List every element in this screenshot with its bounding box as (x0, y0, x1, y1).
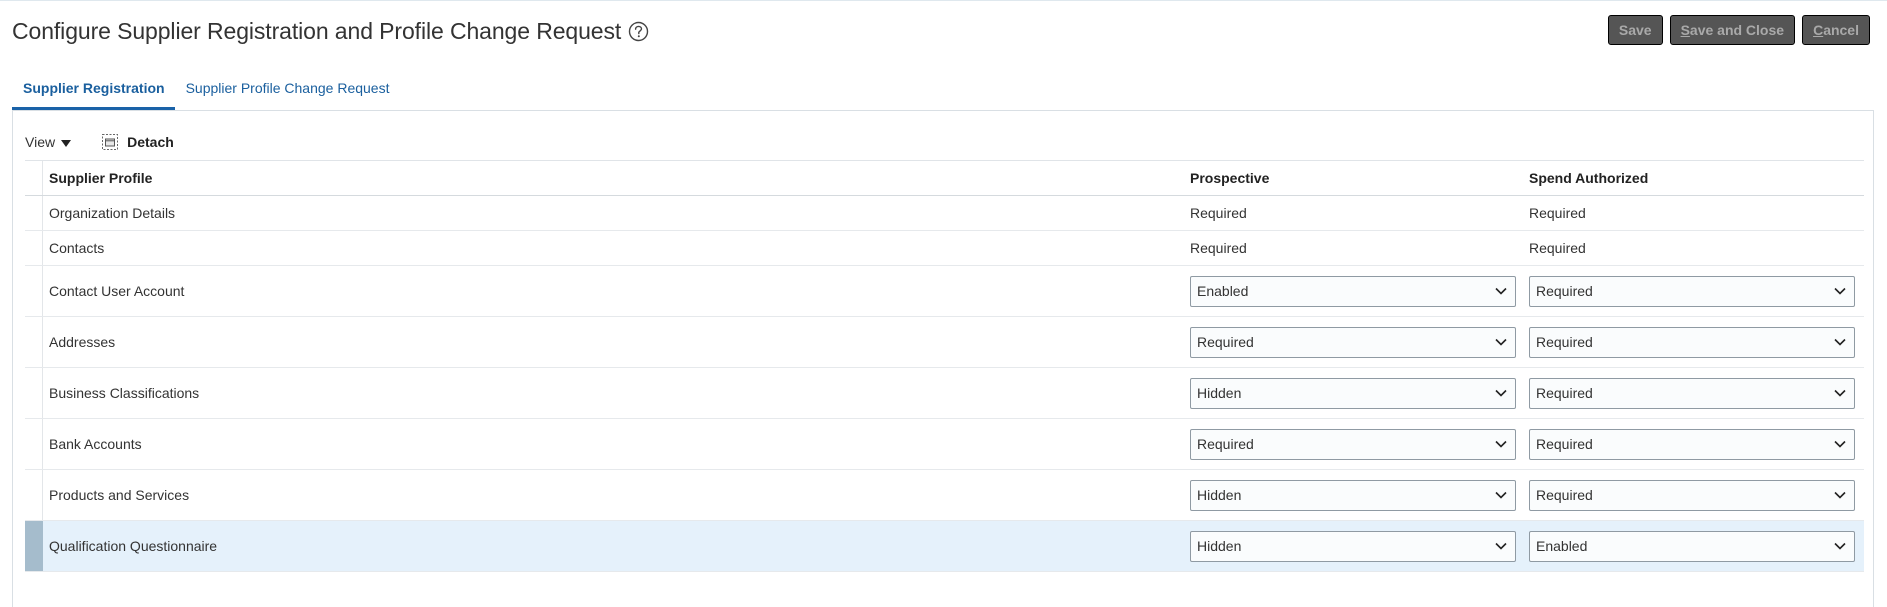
tab-bar: Supplier Registration Supplier Profile C… (12, 73, 399, 110)
table-row[interactable]: Products and Services Hidden Required (25, 470, 1864, 521)
chevron-down-icon (1495, 440, 1507, 448)
table-row[interactable]: Contacts Required Required (25, 231, 1864, 266)
detach-button[interactable]: Detach (101, 133, 174, 151)
chevron-down-icon (1495, 389, 1507, 397)
row-header[interactable] (25, 419, 43, 469)
row-header[interactable] (25, 521, 43, 571)
select-value: Required (1536, 436, 1593, 452)
view-menu-label: View (25, 134, 56, 150)
profile-cell: Addresses (49, 334, 116, 350)
cancel-button[interactable]: Cancel (1802, 15, 1870, 45)
profile-cell: Business Classifications (49, 385, 200, 401)
chevron-down-icon (1834, 338, 1846, 346)
chevron-down-icon (1834, 542, 1846, 550)
view-menu[interactable]: View (25, 134, 72, 150)
table-row[interactable]: Bank Accounts Required Required (25, 419, 1864, 470)
profile-cell: Bank Accounts (49, 436, 142, 452)
spend-authorized-select[interactable]: Required (1529, 275, 1855, 307)
profile-cell: Contact User Account (49, 283, 185, 299)
row-header[interactable] (25, 317, 43, 367)
chevron-down-icon (1495, 287, 1507, 295)
row-header[interactable] (25, 368, 43, 418)
caret-down-icon (61, 140, 72, 147)
select-value: Required (1536, 334, 1593, 350)
tab-supplier-registration[interactable]: Supplier Registration (12, 73, 175, 110)
column-header-supplier-profile[interactable]: Supplier Profile (49, 170, 152, 186)
profile-cell: Qualification Questionnaire (49, 538, 218, 554)
spend-authorized-select[interactable]: Required (1529, 479, 1855, 511)
spend-authorized-select[interactable]: Required (1529, 377, 1855, 409)
column-header-prospective[interactable]: Prospective (1190, 170, 1269, 186)
save-button[interactable]: Save (1607, 15, 1663, 45)
chevron-down-icon (1834, 440, 1846, 448)
spend-authorized-value: Required (1529, 205, 1586, 221)
row-header-gutter (25, 161, 43, 195)
prospective-select[interactable]: Hidden (1190, 479, 1516, 511)
select-value: Enabled (1536, 538, 1588, 554)
chevron-down-icon (1495, 491, 1507, 499)
row-header[interactable] (25, 266, 43, 316)
select-value: Required (1197, 334, 1254, 350)
chevron-down-icon (1834, 389, 1846, 397)
row-header[interactable] (25, 231, 43, 265)
row-header[interactable] (25, 196, 43, 230)
table-row[interactable]: Organization Details Required Required (25, 196, 1864, 231)
page-header: Configure Supplier Registration and Prof… (12, 15, 649, 47)
select-value: Required (1536, 385, 1593, 401)
spend-authorized-select[interactable]: Required (1529, 326, 1855, 358)
prospective-value: Required (1190, 240, 1247, 256)
select-value: Required (1536, 283, 1593, 299)
table-row[interactable]: Addresses Required Required (25, 317, 1864, 368)
tab-supplier-profile-change-request[interactable]: Supplier Profile Change Request (175, 73, 400, 110)
spend-authorized-select[interactable]: Required (1529, 428, 1855, 460)
column-header-spend-authorized[interactable]: Spend Authorized (1529, 170, 1648, 186)
select-value: Hidden (1197, 385, 1242, 401)
table-row[interactable]: Business Classifications Hidden Required (25, 368, 1864, 419)
select-value: Required (1536, 487, 1593, 503)
save-and-close-button[interactable]: Save and Close (1669, 15, 1796, 45)
spend-authorized-value: Required (1529, 240, 1586, 256)
select-value: Enabled (1197, 283, 1249, 299)
profile-cell: Organization Details (49, 205, 176, 221)
profile-cell: Products and Services (49, 487, 190, 503)
chevron-down-icon (1834, 287, 1846, 295)
detach-label: Detach (127, 134, 174, 150)
action-buttons: Save Save and Close Cancel (1607, 15, 1870, 45)
table-header-row: Supplier Profile Prospective Spend Autho… (25, 160, 1864, 196)
help-circle-icon[interactable] (628, 21, 649, 42)
prospective-select[interactable]: Hidden (1190, 377, 1516, 409)
prospective-select[interactable]: Required (1190, 428, 1516, 460)
row-header[interactable] (25, 470, 43, 520)
chevron-down-icon (1834, 491, 1846, 499)
spend-authorized-select[interactable]: Enabled (1529, 530, 1855, 562)
supplier-profile-table: Supplier Profile Prospective Spend Autho… (25, 160, 1864, 572)
prospective-value: Required (1190, 205, 1247, 221)
chevron-down-icon (1495, 542, 1507, 550)
select-value: Hidden (1197, 487, 1242, 503)
detach-icon (102, 134, 119, 150)
table-row[interactable]: Contact User Account Enabled Required (25, 266, 1864, 317)
prospective-select[interactable]: Hidden (1190, 530, 1516, 562)
prospective-select[interactable]: Required (1190, 326, 1516, 358)
profile-cell: Contacts (49, 240, 105, 256)
prospective-select[interactable]: Enabled (1190, 275, 1516, 307)
select-value: Required (1197, 436, 1254, 452)
table-row-selected[interactable]: Qualification Questionnaire Hidden Enabl… (25, 521, 1864, 572)
page-title: Configure Supplier Registration and Prof… (12, 17, 622, 44)
chevron-down-icon (1495, 338, 1507, 346)
select-value: Hidden (1197, 538, 1242, 554)
table-toolbar: View Detach (25, 130, 174, 154)
